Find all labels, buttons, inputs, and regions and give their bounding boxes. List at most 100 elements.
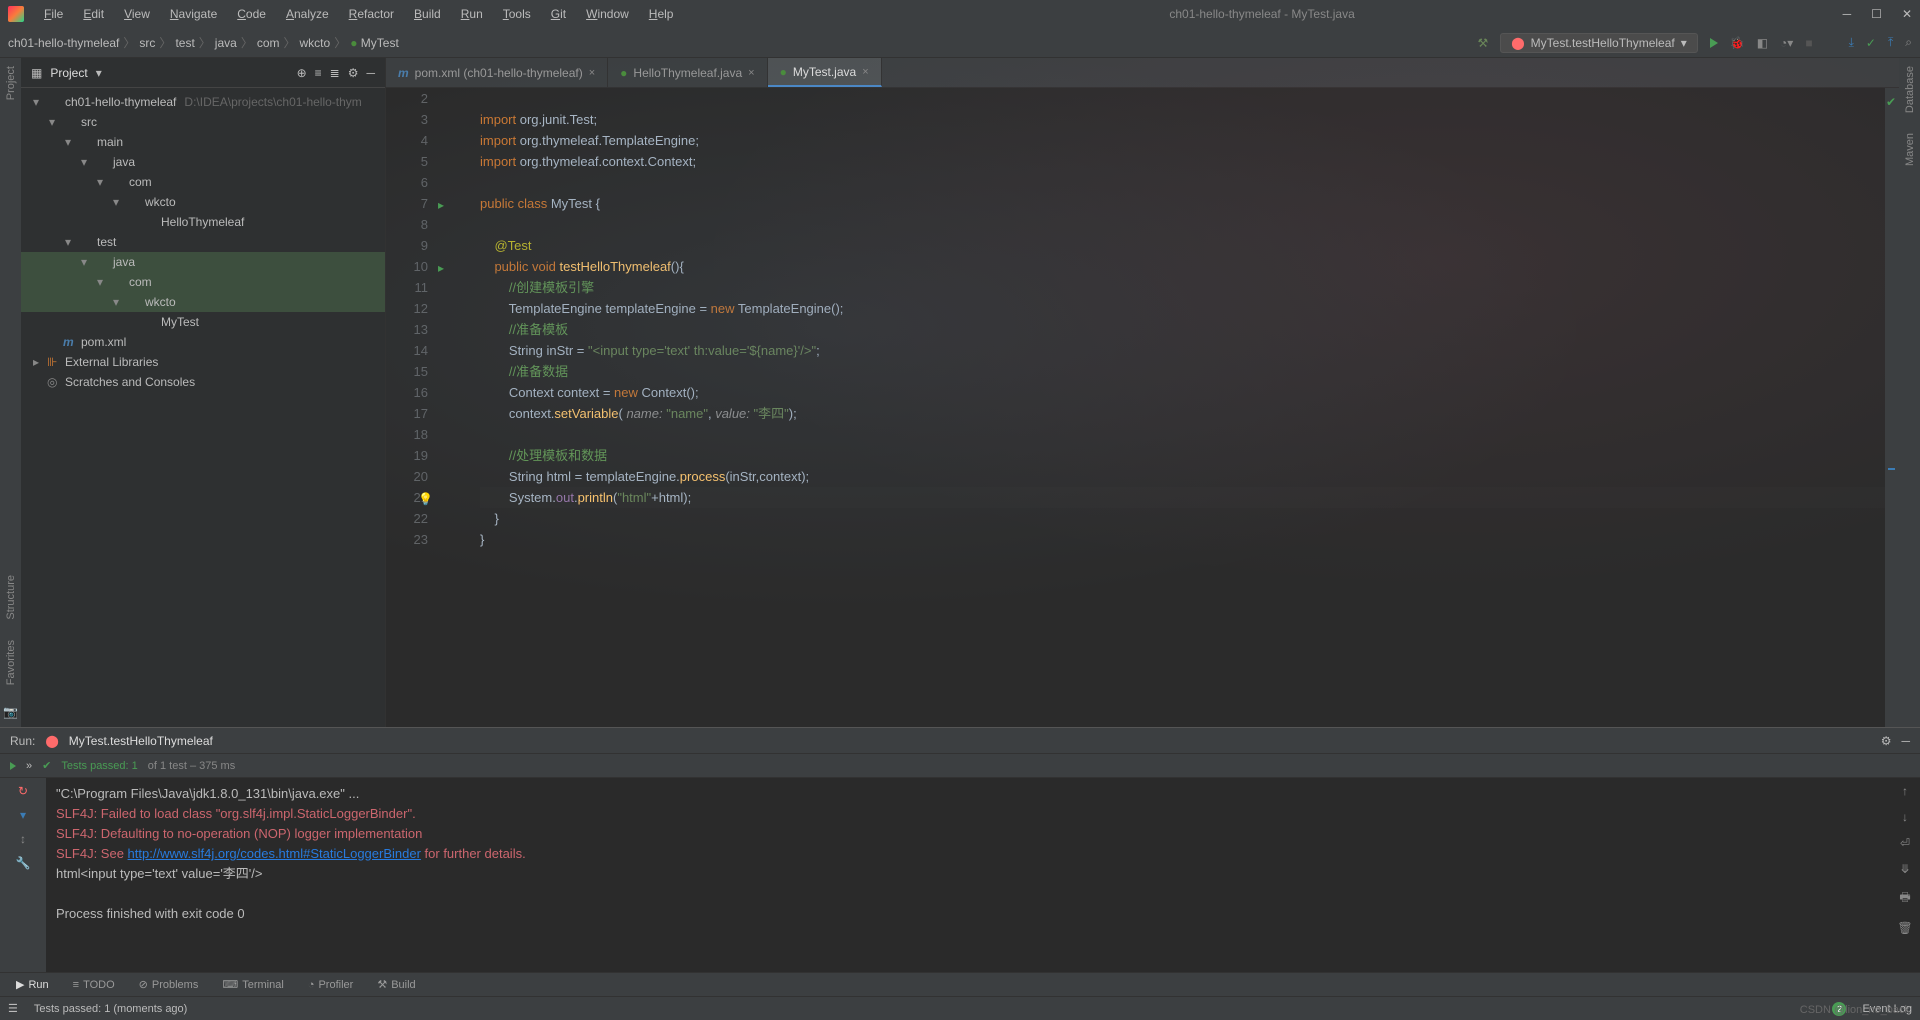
rerun-failed-icon[interactable]: ↻ — [18, 784, 28, 798]
tool-tab-build[interactable]: ⚒Build — [367, 976, 425, 993]
wrap-icon[interactable]: ⏎ — [1900, 836, 1910, 850]
maximize-icon[interactable]: ☐ — [1871, 7, 1882, 21]
tree-item-pom-xml[interactable]: mpom.xml — [21, 332, 385, 352]
console-output[interactable]: "C:\Program Files\Java\jdk1.8.0_131\bin\… — [46, 778, 1890, 972]
run-icon[interactable] — [1710, 38, 1718, 48]
intention-bulb-icon[interactable]: 💡 — [418, 489, 433, 510]
gear-icon[interactable]: ⚙ — [348, 66, 359, 80]
expand-icon[interactable]: ≡ — [315, 66, 322, 80]
tree-item-java[interactable]: ▾java — [21, 252, 385, 272]
scroll-icon[interactable]: ⤋ — [1900, 862, 1910, 876]
status-icon[interactable]: ☰ — [8, 1002, 18, 1015]
up-icon[interactable]: ↑ — [1902, 784, 1908, 798]
tool-favorites[interactable]: Favorites — [5, 640, 17, 685]
editor-tab[interactable]: ●HelloThymeleaf.java× — [608, 58, 767, 87]
breadcrumb-item[interactable]: com — [257, 36, 280, 50]
chevron-down-icon: ▾ — [1681, 36, 1687, 50]
editor-tab[interactable]: mpom.xml (ch01-hello-thymeleaf)× — [386, 58, 608, 87]
run-gutter-icon[interactable]: ▸ — [438, 195, 444, 216]
code-area[interactable]: import org.junit.Test;import org.thymele… — [460, 88, 1885, 727]
tree-item-com[interactable]: ▾com — [21, 172, 385, 192]
tree-item-scratches-and-consoles[interactable]: ◎Scratches and Consoles — [21, 372, 385, 392]
project-tree[interactable]: ▾ch01-hello-thymeleafD:\IDEA\projects\ch… — [21, 88, 385, 727]
git-pull-icon[interactable]: ⤓ — [1849, 35, 1854, 50]
menu-window[interactable]: Window — [578, 3, 637, 25]
menu-tools[interactable]: Tools — [495, 3, 539, 25]
tool-tab-problems[interactable]: ⊘Problems — [129, 976, 209, 993]
clear-icon[interactable]: 🗑 — [1897, 921, 1912, 935]
line-numbers: 234567891011121314151617181920212223 — [386, 88, 436, 727]
breadcrumb-item[interactable]: src — [139, 36, 155, 50]
menu-view[interactable]: View — [116, 3, 158, 25]
editor-tab[interactable]: ●MyTest.java× — [768, 58, 882, 87]
close-icon[interactable]: ✕ — [1902, 7, 1912, 21]
camera-icon[interactable]: 📷 — [3, 705, 18, 719]
tool-tab-run[interactable]: ▶Run — [6, 976, 59, 993]
down-icon[interactable]: ↓ — [1902, 810, 1908, 824]
breadcrumb-item[interactable]: ch01-hello-thymeleaf — [8, 36, 119, 50]
git-commit-icon[interactable]: ✓ — [1866, 36, 1876, 50]
hammer-icon[interactable]: ⚒ — [1477, 36, 1488, 50]
tree-item-test[interactable]: ▾test — [21, 232, 385, 252]
search-icon[interactable]: ⌕ — [1905, 35, 1912, 50]
collapse-icon[interactable]: ≣ — [330, 66, 340, 80]
hide-icon[interactable]: ─ — [1901, 734, 1910, 748]
git-push-icon[interactable]: ⤒ — [1888, 35, 1893, 50]
breadcrumb-item[interactable]: wkcto — [300, 36, 331, 50]
coverage-icon[interactable]: ◧ — [1757, 36, 1768, 50]
error-stripe[interactable]: ✔ — [1885, 88, 1899, 727]
tree-item-wkcto[interactable]: ▾wkcto — [21, 192, 385, 212]
profile-icon[interactable]: ◔▾ — [1780, 36, 1793, 50]
tree-item-main[interactable]: ▾main — [21, 132, 385, 152]
minimize-icon[interactable]: ─ — [1843, 7, 1852, 21]
breadcrumb-item[interactable]: ● MyTest — [350, 36, 399, 50]
menu-code[interactable]: Code — [229, 3, 274, 25]
menu-analyze[interactable]: Analyze — [278, 3, 337, 25]
tree-item-com[interactable]: ▾com — [21, 272, 385, 292]
tool-project[interactable]: Project — [5, 66, 17, 100]
tree-item-mytest[interactable]: MyTest — [21, 312, 385, 332]
tree-item-src[interactable]: ▾src — [21, 112, 385, 132]
hide-icon[interactable]: ─ — [366, 66, 375, 80]
console-line: SLF4J: Defaulting to no-operation (NOP) … — [56, 824, 1880, 844]
tool-maven[interactable]: Maven — [1904, 133, 1916, 166]
breadcrumb-item[interactable]: java — [215, 36, 237, 50]
tree-item-external-libraries[interactable]: ▸⊪External Libraries — [21, 352, 385, 372]
tree-item-ch01-hello-thymeleaf[interactable]: ▾ch01-hello-thymeleafD:\IDEA\projects\ch… — [21, 92, 385, 112]
tree-item-java[interactable]: ▾java — [21, 152, 385, 172]
menu-build[interactable]: Build — [406, 3, 449, 25]
wrench-icon[interactable]: 🔧 — [16, 856, 31, 870]
chevron-down-icon[interactable]: ▾ — [96, 66, 102, 80]
menu-help[interactable]: Help — [641, 3, 682, 25]
folder-src-icon — [95, 155, 109, 169]
tree-item-wkcto[interactable]: ▾wkcto — [21, 292, 385, 312]
close-tab-icon[interactable]: × — [748, 67, 754, 79]
breadcrumb-item[interactable]: test — [175, 36, 194, 50]
run-gutter-icon[interactable]: ▸ — [438, 258, 444, 279]
rerun-icon[interactable] — [10, 762, 16, 770]
menu-navigate[interactable]: Navigate — [162, 3, 225, 25]
tool-tab-todo[interactable]: ≡TODO — [63, 977, 125, 993]
tree-item-hellothymeleaf[interactable]: HelloThymeleaf — [21, 212, 385, 232]
stop-icon[interactable]: ■ — [1805, 36, 1812, 50]
run-config-name: MyTest.testHelloThymeleaf — [69, 734, 213, 748]
tool-database[interactable]: Database — [1904, 66, 1916, 113]
close-tab-icon[interactable]: × — [862, 66, 868, 78]
menu-git[interactable]: Git — [543, 3, 574, 25]
print-icon[interactable]: 🖶 — [1899, 888, 1910, 909]
expand-icon[interactable]: » — [26, 760, 32, 772]
menu-file[interactable]: File — [36, 3, 71, 25]
gear-icon[interactable]: ⚙ — [1881, 734, 1892, 748]
toggle-icon[interactable]: ▾ — [20, 808, 26, 822]
run-config-selector[interactable]: ⬤ MyTest.testHelloThymeleaf ▾ — [1500, 33, 1698, 53]
menu-refactor[interactable]: Refactor — [341, 3, 402, 25]
tool-structure[interactable]: Structure — [5, 575, 17, 620]
sort-icon[interactable]: ↕ — [20, 832, 26, 846]
tool-tab-profiler[interactable]: ◔Profiler — [298, 977, 364, 993]
locate-icon[interactable]: ⊕ — [297, 66, 307, 80]
menu-edit[interactable]: Edit — [75, 3, 112, 25]
menu-run[interactable]: Run — [453, 3, 491, 25]
debug-icon[interactable]: 🐞 — [1730, 36, 1745, 50]
close-tab-icon[interactable]: × — [589, 67, 595, 79]
tool-tab-terminal[interactable]: ⌨Terminal — [212, 976, 293, 993]
